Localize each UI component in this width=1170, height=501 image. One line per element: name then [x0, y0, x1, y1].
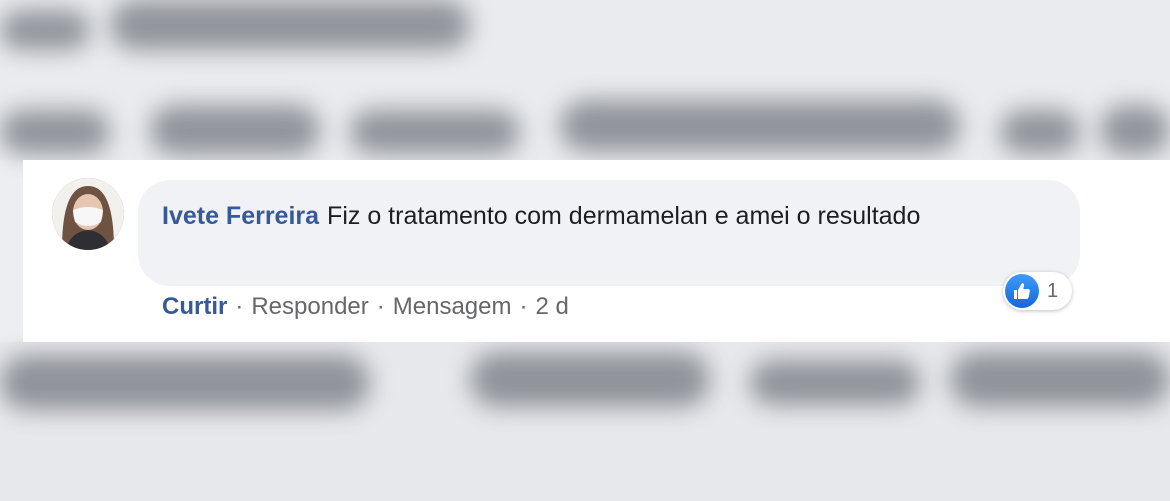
reaction-summary[interactable]: 1	[1003, 272, 1073, 310]
like-thumbs-up-icon	[1005, 274, 1039, 308]
reply-button[interactable]: Responder	[251, 293, 368, 321]
separator: ·	[519, 293, 528, 320]
comment-actions: Curtir · Responder · Mensagem · 2 d	[162, 290, 569, 324]
separator: ·	[235, 293, 244, 320]
blurred-text-blob	[350, 110, 520, 154]
avatar-photo	[52, 178, 124, 250]
like-button[interactable]: Curtir	[162, 293, 227, 321]
blurred-text-blob	[0, 355, 370, 410]
blurred-text-blob	[0, 110, 110, 154]
blurred-text-blob	[950, 352, 1170, 407]
avatar[interactable]	[52, 178, 124, 250]
message-button[interactable]: Mensagem	[393, 293, 512, 321]
blurred-text-blob	[470, 352, 710, 407]
comment-timestamp[interactable]: 2 d	[536, 293, 569, 321]
comment-text: Fiz o tratamento com dermamelan e amei o…	[327, 202, 921, 230]
blurred-text-blob	[110, 0, 470, 50]
comment-author[interactable]: Ivete Ferreira	[162, 202, 319, 230]
reaction-count: 1	[1047, 279, 1059, 302]
blurred-text-blob	[1100, 105, 1170, 155]
blurred-text-blob	[1000, 110, 1080, 154]
blurred-text-blob	[560, 100, 960, 152]
blurred-text-blob	[150, 105, 320, 155]
blurred-text-blob	[0, 10, 90, 50]
comment-body: Ivete Ferreira Fiz o tratamento com derma…	[162, 198, 1042, 234]
separator: ·	[376, 293, 385, 320]
blurred-text-blob	[750, 360, 920, 405]
